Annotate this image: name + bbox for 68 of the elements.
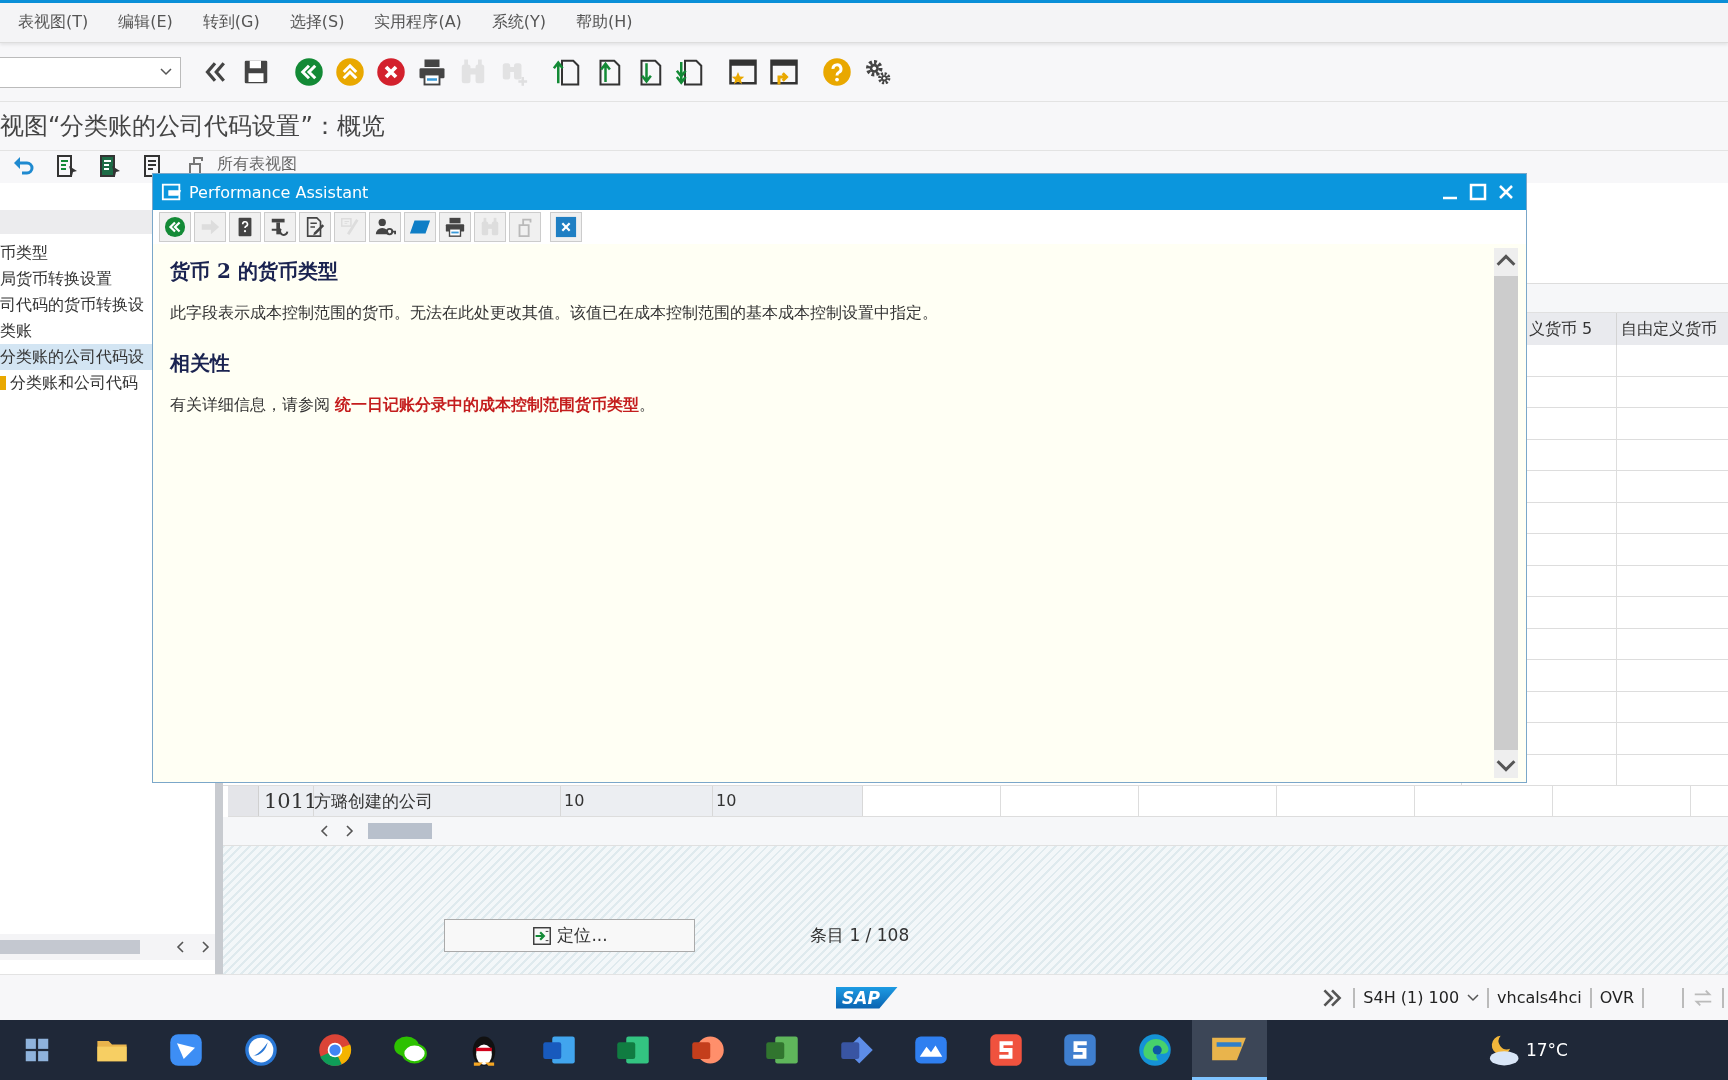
entry-counter: 条目 1 / 108 (810, 924, 910, 947)
folder-icon (0, 376, 6, 390)
menu-item[interactable]: 实用程序(A) (374, 12, 462, 33)
insert-mode: OVR (1599, 988, 1634, 1007)
table-cell: 10 (561, 786, 713, 816)
table-cell: 10 (713, 786, 863, 816)
printer-icon (444, 216, 466, 238)
dialog-title: Performance Assistant (189, 182, 369, 202)
scroll-thumb[interactable] (368, 823, 432, 839)
related-text: 有关详细信息，请参阅 统一日记账分录中的成本控制范围货币类型。 (170, 395, 657, 416)
document-pointer-icon[interactable] (55, 154, 79, 178)
window-icon (161, 181, 183, 203)
menu-item[interactable]: 选择(S) (289, 12, 345, 33)
caret-icon (160, 68, 172, 76)
help-link[interactable]: 统一日记账分录中的成本控制范围货币类型 (335, 395, 640, 414)
user-key-icon (374, 216, 396, 238)
scroll-left-icon[interactable] (176, 939, 186, 955)
caret-icon[interactable] (1467, 993, 1480, 1002)
temperature: 17°C (1526, 1040, 1568, 1060)
printer-icon[interactable] (417, 57, 447, 87)
position-icon (531, 924, 554, 947)
system-info[interactable]: S4H (1) 100 (1363, 988, 1460, 1007)
tools-icon (269, 216, 291, 238)
edit-button[interactable] (299, 212, 331, 242)
sap-logo: SAP (836, 986, 898, 1009)
app-icon (987, 1032, 1024, 1068)
close-button[interactable] (550, 212, 582, 242)
app-icon (242, 1032, 279, 1068)
menu-item[interactable]: 系统(Y) (491, 12, 547, 33)
edit-icon (304, 216, 326, 238)
cancel-icon[interactable] (376, 57, 406, 87)
menu-item[interactable]: 表视图(T) (18, 12, 89, 33)
settings-icon[interactable] (863, 57, 893, 87)
app-icon (1062, 1032, 1099, 1068)
page-down-arrow-icon[interactable] (675, 57, 705, 87)
app-icon (168, 1032, 205, 1068)
menu-item[interactable]: 编辑(E) (118, 12, 173, 33)
help-heading: 货币 2 的货币类型 (170, 258, 339, 285)
help-book-button[interactable] (229, 212, 261, 242)
close-icon (555, 216, 577, 238)
menu-item[interactable]: 帮助(H) (576, 12, 633, 33)
scroll-right-icon[interactable] (200, 939, 210, 955)
bookmark-button[interactable] (404, 212, 436, 242)
scroll-thumb[interactable] (1494, 276, 1518, 750)
back-icon[interactable] (294, 57, 324, 87)
menu-item[interactable]: 转到(G) (202, 12, 260, 33)
table-cell: 方璐创建的公司 (314, 786, 561, 816)
column-header[interactable]: 自由定义货币 (1617, 313, 1728, 345)
tools-button[interactable] (264, 212, 296, 242)
page-up-arrow-icon[interactable] (552, 57, 582, 87)
scroll-right-icon[interactable] (344, 823, 354, 839)
command-field[interactable] (0, 56, 181, 88)
printer-button[interactable] (439, 212, 471, 242)
table-cell: 1011 (259, 786, 314, 816)
scroll-left-icon[interactable] (320, 823, 330, 839)
document-pointer-icon[interactable] (98, 154, 122, 178)
screen-title: 视图“分类账的公司代码设置”：概览 (0, 111, 385, 142)
browser-icon (317, 1032, 354, 1068)
server-name: vhcals4hci (1497, 988, 1582, 1007)
position-button[interactable]: 定位... (444, 919, 695, 952)
help-text: 此字段表示成本控制范围的货币。无法在此处更改其值。该值已在成本控制范围的基本成本控制设置中指定。 (170, 303, 939, 324)
back-icon (164, 216, 186, 238)
scroll-thumb[interactable] (0, 940, 140, 954)
user-key-button[interactable] (369, 212, 401, 242)
all-views-button[interactable]: 所有表视图 (217, 154, 297, 173)
browser-icon (1136, 1032, 1173, 1068)
back-button[interactable] (159, 212, 191, 242)
maximize-icon[interactable] (1468, 182, 1488, 202)
